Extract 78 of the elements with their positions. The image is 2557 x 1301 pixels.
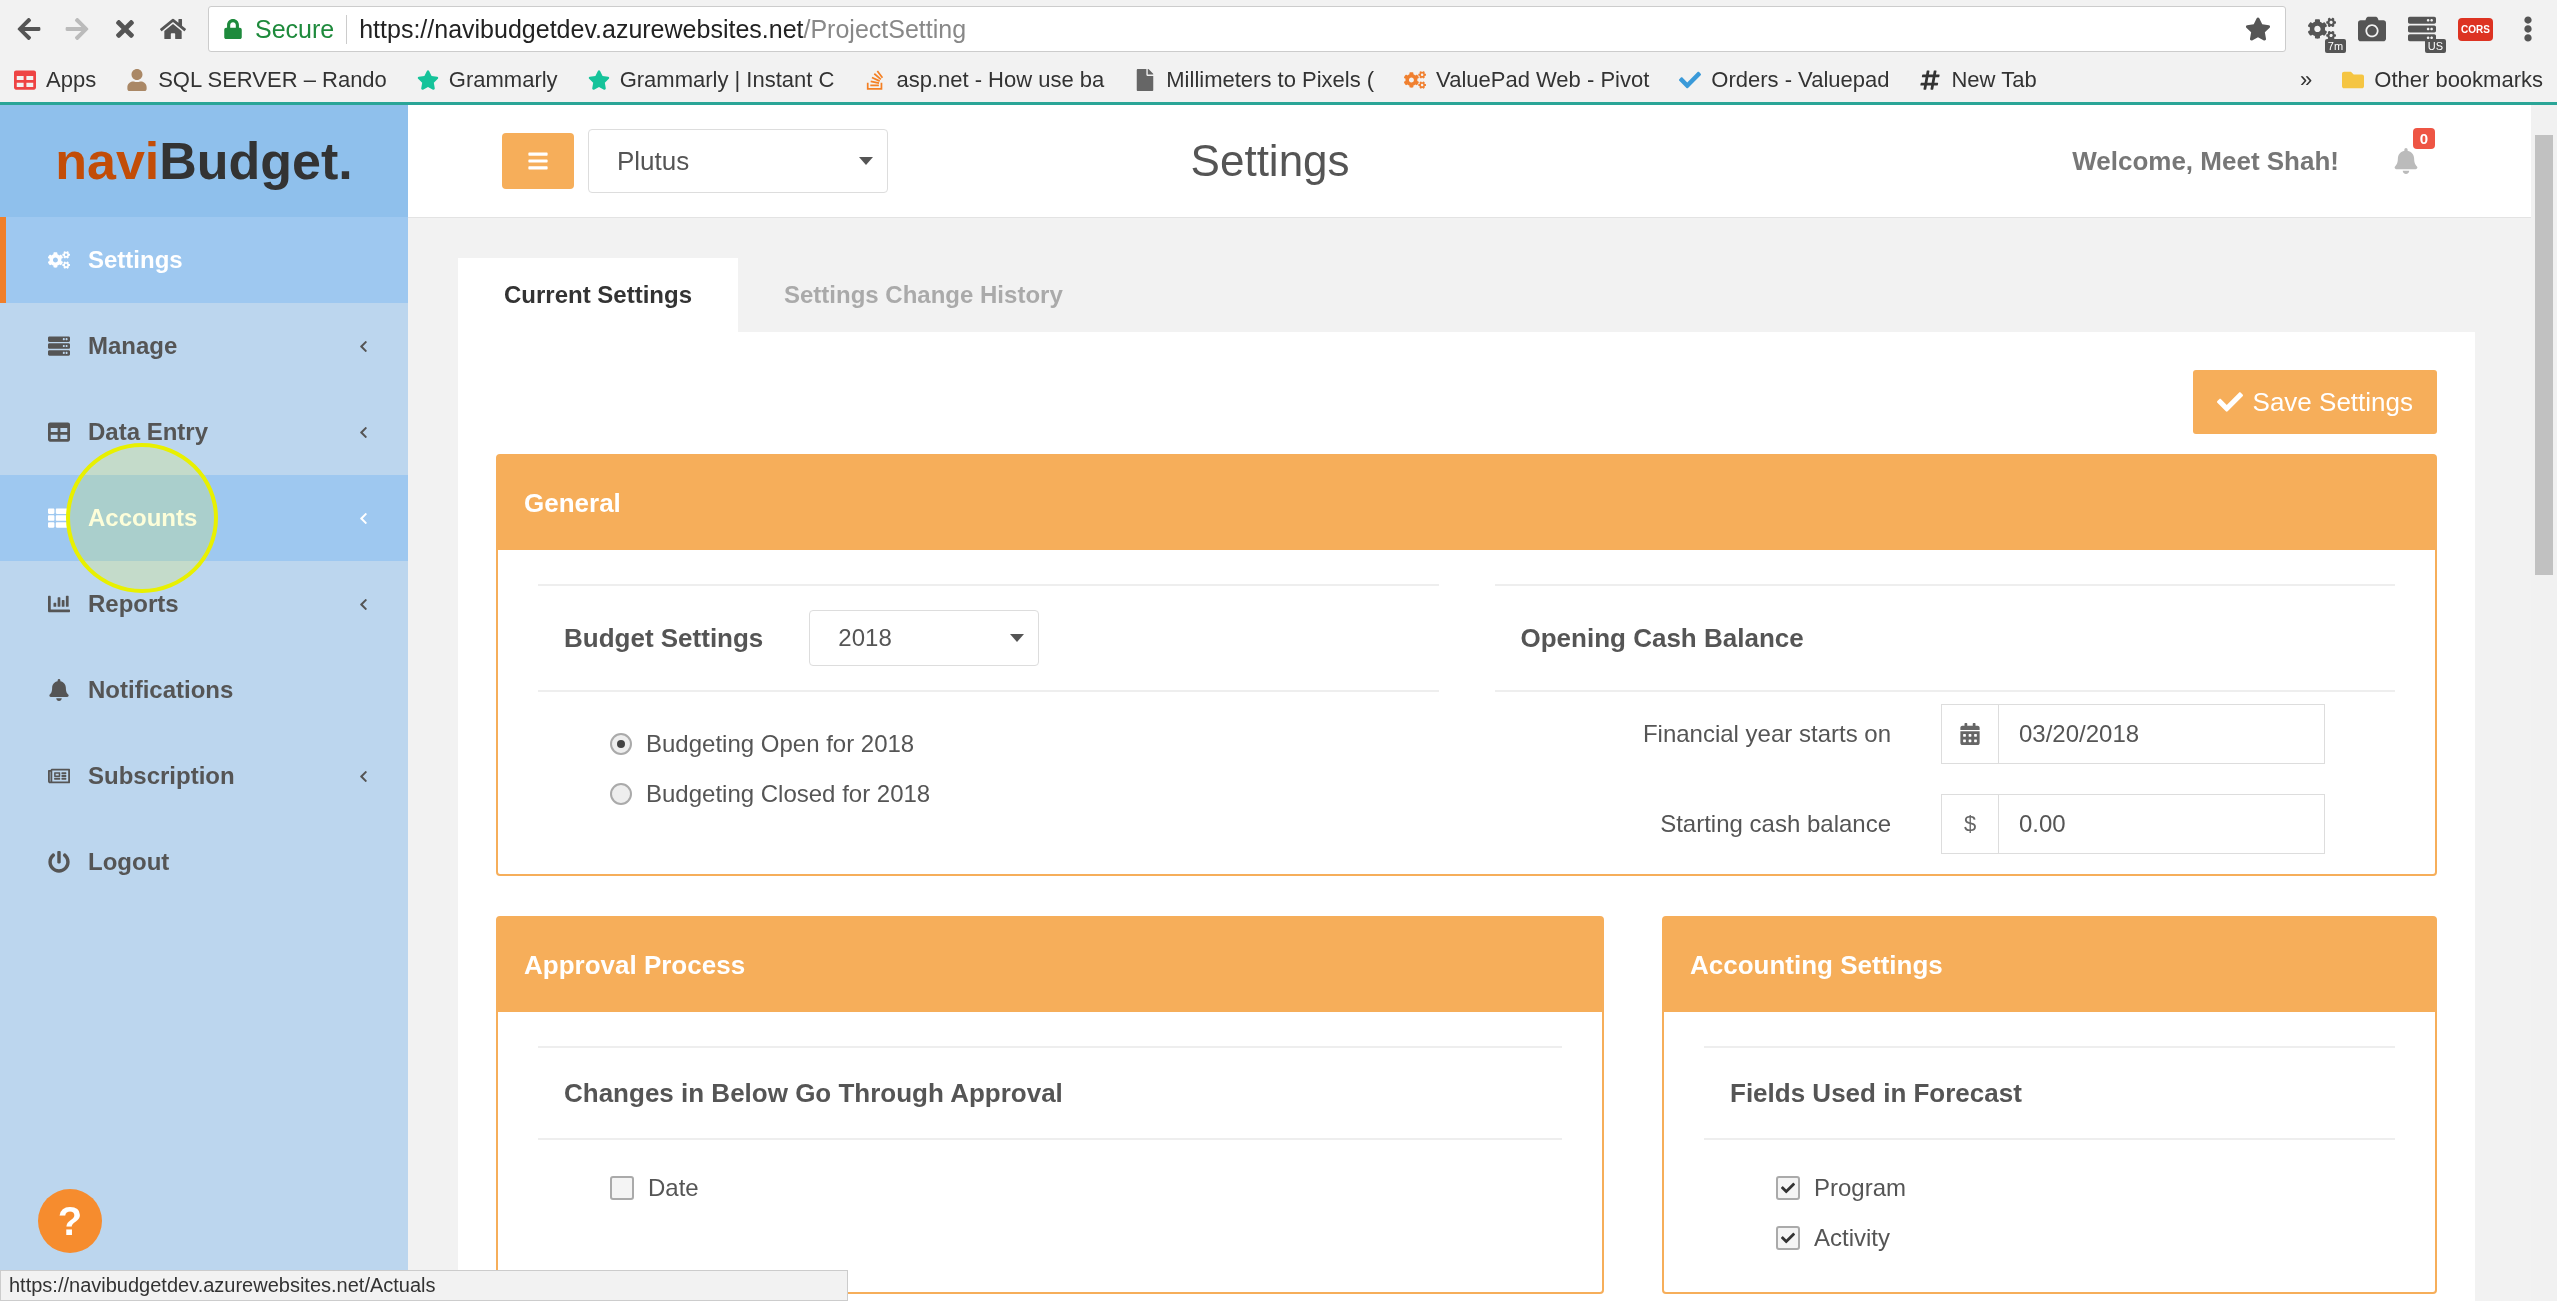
input-field[interactable]: 03/20/2018 <box>1941 704 2325 764</box>
hash-icon <box>1919 69 1942 91</box>
extension-badge: 7m <box>2324 39 2347 53</box>
bookmark-link[interactable]: Apps <box>46 67 97 93</box>
year-select[interactable]: 2018 <box>809 610 1040 666</box>
section-title: Changes in Below Go Through Approval <box>564 1077 1063 1109</box>
check-icon <box>1781 1181 1795 1195</box>
sidebar-item[interactable]: Reports <box>0 561 408 647</box>
menu-item-icon <box>48 507 70 529</box>
logo: naviBudget. <box>0 105 408 217</box>
menu-item-icon <box>48 421 70 443</box>
address-bar[interactable]: Secure https://navibudgetdev.azurewebsites.net/ProjectSetting <box>208 6 2287 52</box>
bookmark-link[interactable]: asp.net - How use ba <box>896 67 1105 93</box>
panel-heading: General <box>498 456 2435 550</box>
checkbox[interactable] <box>1776 1226 1800 1250</box>
checkbox[interactable] <box>1776 1176 1800 1200</box>
tab[interactable]: Current Settings <box>458 258 738 332</box>
menu-item-icon <box>48 335 70 357</box>
field-label: Starting cash balance <box>1659 810 1891 838</box>
bookmark-link[interactable]: Grammarly | Instant C <box>619 67 835 93</box>
section-title: Opening Cash Balance <box>1520 622 1804 654</box>
menu-item-icon <box>48 249 70 271</box>
star-icon[interactable] <box>2245 16 2272 42</box>
lock-icon <box>223 19 243 39</box>
user-icon <box>126 69 149 91</box>
checkbox-label: Date <box>648 1174 699 1202</box>
caret-icon <box>1010 634 1025 642</box>
radio-label: Budgeting Closed for 2018 <box>646 780 931 808</box>
checkbox[interactable] <box>610 1176 634 1200</box>
folder-icon <box>2342 69 2365 91</box>
scrollbar[interactable] <box>2531 105 2557 1301</box>
back-icon[interactable] <box>16 16 42 42</box>
apps-grid-icon <box>14 69 36 91</box>
bookmark-link[interactable]: New Tab <box>1951 67 2037 93</box>
menu-icon <box>527 150 549 172</box>
panel-heading: Approval Process <box>498 918 1602 1012</box>
currency-addon: $ <box>1942 795 1999 853</box>
bookmark-folder[interactable]: Other bookmarks <box>2374 67 2543 93</box>
sidebar-item[interactable]: Notifications <box>0 647 408 733</box>
menu-item-icon <box>48 593 70 615</box>
sidebar-item[interactable]: Subscription <box>0 733 408 819</box>
cors-extension-icon[interactable]: CORS <box>2458 17 2493 41</box>
secure-label: Secure <box>255 14 348 44</box>
check-icon <box>2216 389 2243 415</box>
check-icon <box>1781 1231 1795 1245</box>
camera-icon[interactable] <box>2358 15 2387 43</box>
sidebar-item[interactable]: Manage <box>0 303 408 389</box>
menu-item-icon <box>48 851 70 873</box>
checkbox-label: Activity <box>1814 1224 1890 1252</box>
bookmark-link[interactable]: Orders - Valuepad <box>1711 67 1890 93</box>
extension-badge: US <box>2424 39 2447 53</box>
gear-icon <box>1404 69 1427 91</box>
project-select[interactable]: Plutus <box>588 129 888 193</box>
home-icon[interactable] <box>160 16 186 42</box>
bookmark-link[interactable]: ValuePad Web - Pivot <box>1436 67 1650 93</box>
menu-item-icon <box>48 679 70 701</box>
caret-icon <box>859 157 873 165</box>
section-title: Fields Used in Forecast <box>1730 1077 2022 1109</box>
check-icon <box>1679 69 1702 91</box>
bookmark-link[interactable]: Millimeters to Pixels ( <box>1166 67 1375 93</box>
field-label: Financial year starts on <box>1641 720 1891 748</box>
radio-button[interactable] <box>610 783 632 805</box>
radio-label: Budgeting Open for 2018 <box>646 730 915 758</box>
checkbox-label: Program <box>1814 1174 1907 1202</box>
bookmarks-overflow[interactable]: » <box>2300 67 2313 93</box>
bookmark-link[interactable]: Grammarly <box>448 67 558 93</box>
welcome-text: Welcome, Meet Shah! <box>2072 145 2339 177</box>
radio-button[interactable] <box>610 733 632 755</box>
sidebar-item[interactable]: Data Entry <box>0 389 408 475</box>
input-field[interactable]: $ 0.00 <box>1941 794 2325 854</box>
bookmark-link[interactable]: SQL SERVER – Rando <box>158 67 387 93</box>
notification-count: 0 <box>2412 128 2435 149</box>
sidebar-item[interactable]: Logout <box>0 819 408 905</box>
url-text: https://navibudgetdev.azurewebsites.net/ProjectSetting <box>359 14 968 44</box>
page-title: Settings <box>1189 136 1351 186</box>
section-title: Budget Settings <box>564 622 764 654</box>
status-url: https://navibudgetdev.azurewebsites.net/Actuals <box>0 1270 848 1301</box>
panel-heading: Accounting Settings <box>1664 918 2435 1012</box>
